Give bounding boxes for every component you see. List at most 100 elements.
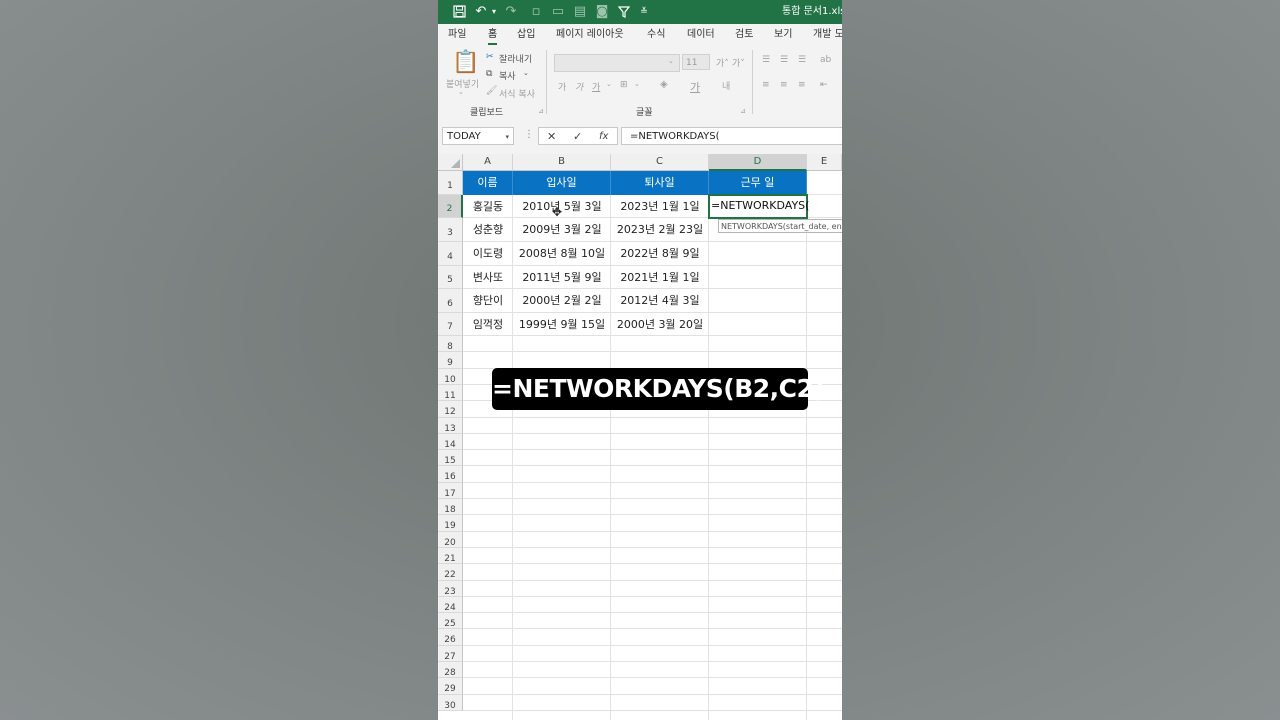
row-header-25[interactable]: 25 [438, 613, 463, 629]
scissors-icon[interactable]: ✂ [486, 52, 494, 62]
tab-review[interactable]: 검토 [735, 24, 753, 46]
align-right-icon[interactable]: ≡ [798, 80, 806, 90]
customize-icon[interactable]: ≚ [638, 0, 650, 24]
enter-icon[interactable]: ✓ [573, 128, 582, 145]
cell-a2[interactable]: 홍길동 [463, 195, 513, 218]
align-top-icon[interactable]: ☰ [762, 55, 770, 65]
cell-c7[interactable]: 2000년 3월 20일 [611, 313, 709, 336]
tab-insert[interactable]: 삽입 [517, 24, 535, 46]
row-header-2[interactable]: 2 [438, 195, 463, 218]
tab-data[interactable]: 데이터 [687, 24, 715, 46]
chevron-down-icon[interactable]: ⌄ [458, 88, 464, 96]
fill-color-icon[interactable]: ◈ [660, 79, 668, 90]
row-header-7[interactable]: 7 [438, 313, 463, 336]
align-left-icon[interactable]: ≡ [762, 80, 770, 90]
row-header-12[interactable]: 12 [438, 401, 463, 418]
tab-view[interactable]: 보기 [774, 24, 792, 46]
indent-icon[interactable]: ⇤ [820, 80, 828, 90]
align-middle-icon[interactable]: ☰ [780, 55, 788, 65]
font-color-icon[interactable]: 가 [690, 79, 700, 95]
cell-b6[interactable]: 2000년 2월 2일 [513, 289, 611, 313]
open-icon[interactable]: ▭ [550, 0, 566, 24]
row-header-10[interactable]: 10 [438, 369, 463, 385]
tab-page-layout[interactable]: 페이지 레이아웃 [556, 24, 624, 46]
row-header-8[interactable]: 8 [438, 336, 463, 352]
row-header-14[interactable]: 14 [438, 434, 463, 450]
select-all-button[interactable] [438, 154, 463, 171]
cell-c6[interactable]: 2012년 4월 3일 [611, 289, 709, 313]
cancel-icon[interactable]: ✕ [547, 128, 556, 145]
row-header-23[interactable]: 23 [438, 581, 463, 597]
tab-developer[interactable]: 개발 도 [813, 24, 842, 46]
row-header-29[interactable]: 29 [438, 678, 463, 695]
row-header-16[interactable]: 16 [438, 466, 463, 483]
new-icon[interactable]: ▫ [528, 0, 544, 24]
row-header-17[interactable]: 17 [438, 483, 463, 499]
row-header-24[interactable]: 24 [438, 597, 463, 613]
row-header-15[interactable]: 15 [438, 450, 463, 466]
spreadsheet-grid[interactable]: A B C D E 1 2 3 4 5 6 7 8 9 10 11 12 13 14 15 16 17 18 19 2… [438, 154, 842, 720]
column-header-d[interactable]: D [709, 154, 807, 171]
cell-c2[interactable]: 2023년 1월 1일 [611, 195, 709, 218]
brush-icon[interactable]: 🖌 [486, 86, 497, 96]
row-header-27[interactable]: 27 [438, 646, 463, 662]
more-icon[interactable]: ⋮ [524, 129, 534, 140]
tab-home[interactable]: 홈 [488, 24, 498, 45]
formula-input[interactable]: =NETWORKDAYS( [621, 127, 842, 145]
row-header-13[interactable]: 13 [438, 418, 463, 434]
underline-icon[interactable]: 가 [592, 80, 600, 93]
redo-icon[interactable]: ↷ [502, 0, 520, 24]
align-center-icon[interactable]: ≡ [780, 80, 788, 90]
font-name-box[interactable] [554, 54, 680, 72]
row-header-5[interactable]: 5 [438, 266, 463, 289]
cell-b1[interactable]: 입사일 [513, 171, 611, 195]
cell-b4[interactable]: 2008년 8월 10일 [513, 242, 611, 266]
dialog-launcher-icon[interactable]: ⊿ [538, 107, 544, 115]
row-header-6[interactable]: 6 [438, 289, 463, 313]
copy-icon[interactable]: ⧉ [486, 69, 492, 79]
grow-font-icon[interactable]: 가˄ [716, 56, 729, 69]
name-box[interactable]: TODAY ▾ [442, 127, 514, 145]
cell-a1[interactable]: 이름 [463, 171, 513, 195]
column-header-b[interactable]: B [513, 154, 611, 171]
shrink-font-icon[interactable]: 가˅ [732, 56, 745, 69]
cell-b5[interactable]: 2011년 5월 9일 [513, 266, 611, 289]
tab-file[interactable]: 파일 [448, 24, 466, 46]
cell-c5[interactable]: 2021년 1월 1일 [611, 266, 709, 289]
cell-c1[interactable]: 퇴사일 [611, 171, 709, 195]
column-header-e[interactable]: E [807, 154, 842, 171]
cut-button[interactable]: 잘라내기 [499, 52, 532, 65]
row-header-30[interactable]: 30 [438, 695, 463, 711]
border-icon[interactable]: ⊞ [620, 80, 628, 90]
bold-icon[interactable]: 가 [558, 80, 566, 93]
row-header-22[interactable]: 22 [438, 564, 463, 581]
row-header-20[interactable]: 20 [438, 532, 463, 548]
align-bottom-icon[interactable]: ☰ [798, 55, 806, 65]
row-header-1[interactable]: 1 [438, 171, 463, 195]
phonetic-icon[interactable]: 내 [722, 79, 730, 92]
cell-b3[interactable]: 2009년 3월 2일 [513, 218, 611, 242]
chevron-down-icon[interactable]: ▾ [505, 128, 509, 146]
camera-icon[interactable]: ◙ [594, 0, 610, 24]
row-header-21[interactable]: 21 [438, 548, 463, 564]
chevron-down-icon[interactable]: ⌄ [606, 80, 612, 88]
font-size-box[interactable]: 11 [682, 54, 710, 70]
italic-icon[interactable]: 가 [575, 80, 583, 93]
dialog-launcher-icon[interactable]: ⊿ [740, 107, 746, 115]
chevron-down-icon[interactable]: ⌄ [523, 69, 529, 77]
row-header-26[interactable]: 26 [438, 629, 463, 646]
orientation-icon[interactable]: ab [820, 55, 831, 65]
row-header-9[interactable]: 9 [438, 352, 463, 369]
paste-icon[interactable]: 📋 [452, 50, 479, 75]
row-header-18[interactable]: 18 [438, 499, 463, 515]
chevron-down-icon[interactable]: ⌄ [668, 57, 674, 65]
print-icon[interactable]: ▤ [572, 0, 588, 24]
cell-a6[interactable]: 향단이 [463, 289, 513, 313]
row-header-4[interactable]: 4 [438, 242, 463, 266]
cell-a5[interactable]: 변사또 [463, 266, 513, 289]
cell-d2-active[interactable]: =NETWORKDAYS( [708, 194, 809, 219]
cell-d1[interactable]: 근무 일 [709, 171, 807, 195]
column-header-a[interactable]: A [463, 154, 513, 171]
cell-a3[interactable]: 성춘향 [463, 218, 513, 242]
column-header-c[interactable]: C [611, 154, 709, 171]
